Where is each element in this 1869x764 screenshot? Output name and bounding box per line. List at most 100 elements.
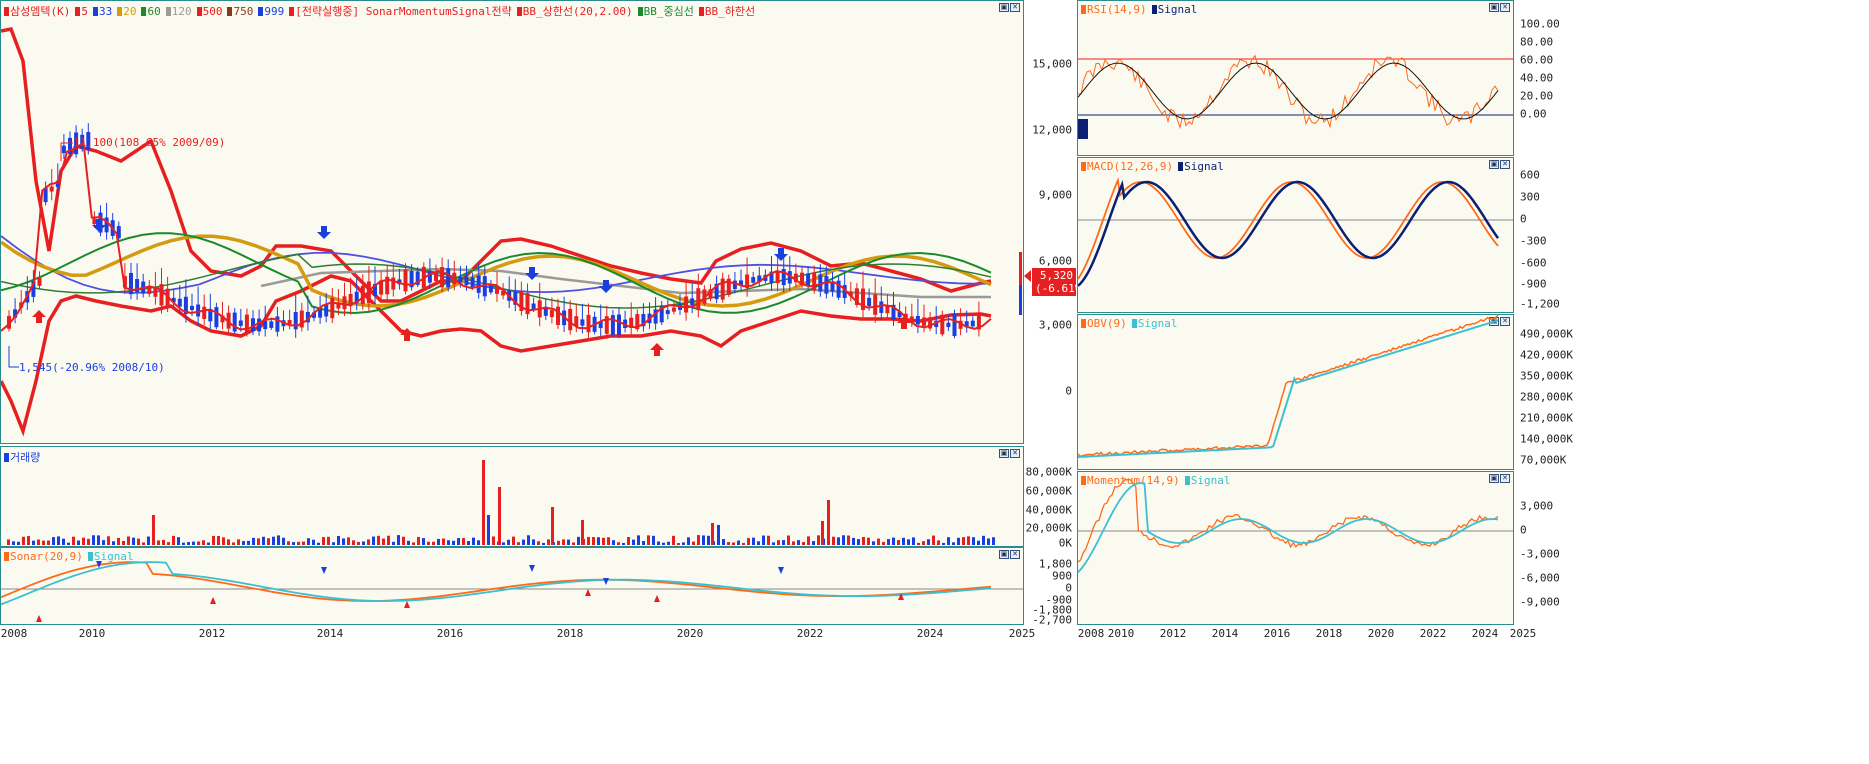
volume-bar [232, 542, 235, 545]
sonar-chart-pane[interactable]: Sonar(20,9) Signal ▣ ✕ [0, 547, 1024, 625]
volume-bar [122, 540, 125, 545]
y-tick-label: -900 [1520, 277, 1547, 291]
volume-bar [487, 515, 490, 545]
volume-bar [117, 537, 120, 545]
volume-bar [7, 539, 10, 545]
bollinger-lower-line [1, 274, 992, 437]
candle-body [214, 307, 219, 328]
volume-bar [762, 535, 765, 545]
buy-signal-arrow [36, 615, 42, 622]
obv-signal-line [1078, 319, 1499, 458]
volume-bar [897, 540, 900, 545]
obv-y-axis: 490,000K 420,000K 350,000K 280,000K 210,000K… [1514, 314, 1573, 470]
sell-signal-arrow [774, 248, 788, 261]
volume-bar [707, 535, 710, 545]
volume-chart-pane[interactable]: 거래량 ▣ ✕ [0, 446, 1024, 547]
volume-bar [57, 536, 60, 545]
volume-bar [462, 538, 465, 545]
y-tick-label: 60.00 [1520, 53, 1554, 67]
volume-bar [272, 536, 275, 545]
candle-body [665, 310, 670, 315]
volume-bar [557, 540, 560, 545]
volume-bar [637, 535, 640, 545]
volume-bar [827, 500, 830, 545]
volume-bar [542, 542, 545, 545]
volume-bar [967, 536, 970, 545]
candle-body [531, 303, 536, 310]
volume-bar [342, 538, 345, 545]
candle-body [269, 321, 274, 328]
momentum-chart-pane[interactable]: Momentum(14,9) Signal ▣ ✕ [1077, 471, 1514, 625]
y-tick-label: 0 [1520, 212, 1527, 226]
volume-bar [697, 535, 700, 545]
candle-body [922, 317, 926, 326]
volume-bar [802, 542, 805, 545]
volume-bar [987, 538, 990, 545]
volume-bar [612, 540, 615, 545]
candle-body [464, 276, 469, 286]
volume-bar [387, 535, 390, 545]
y-tick-label: -1,200 [1520, 297, 1560, 311]
candle-body [61, 145, 66, 154]
volume-bar [927, 539, 930, 545]
volume-bar [52, 537, 55, 545]
price-chart-pane[interactable]: 삼성엠텍(K) 5 33 20 60 120 500 750 999 [전략실행중] SonarM… [0, 0, 1024, 444]
candle-body [671, 307, 676, 312]
candle-body [92, 218, 97, 225]
volume-bar [602, 537, 605, 545]
buy-signal-arrow [585, 589, 591, 596]
obv-chart-pane[interactable]: OBV(9) Signal ▣ ✕ [1077, 314, 1514, 470]
volume-bar [502, 542, 505, 545]
volume-bar [412, 542, 415, 545]
x-tick-label: 2010 [1107, 627, 1135, 640]
volume-bar [642, 540, 645, 545]
y-tick-label: 80,000K [1025, 465, 1072, 479]
volume-bar [527, 535, 530, 545]
volume-bar [667, 541, 670, 545]
volume-bar [302, 541, 305, 545]
x-tick-label: 2018 [1315, 627, 1343, 640]
sell-signal-arrow [321, 567, 327, 574]
volume-bar [507, 539, 510, 545]
candle-body [885, 306, 890, 314]
x-tick-label: 2024 [916, 627, 944, 640]
candle-body [434, 272, 438, 282]
volume-bar [112, 541, 115, 545]
y-tick-label: 20,000K [1025, 521, 1072, 535]
volume-bar [982, 535, 985, 545]
macd-chart-pane[interactable]: MACD(12,26,9) Signal ▣ ✕ [1077, 157, 1514, 313]
volume-bar [332, 542, 335, 545]
volume-bar [77, 540, 80, 545]
volume-bar [42, 540, 45, 545]
volume-bar [242, 541, 245, 545]
volume-bar [442, 538, 445, 545]
y-tick-label: 300 [1520, 190, 1540, 204]
y-tick-label: 15,000 [1032, 57, 1072, 71]
candle-body [257, 318, 262, 332]
candle-body [775, 270, 780, 284]
y-tick-label: 140,000K [1520, 432, 1573, 446]
candle-body [324, 304, 329, 317]
momentum-y-axis: 3,000 0 -3,000 -6,000 -9,000 [1514, 471, 1569, 625]
candle-body [812, 272, 817, 291]
volume-bar [581, 520, 584, 545]
candle-body [342, 296, 347, 310]
sell-signal-arrow [317, 226, 331, 239]
rsi-area [1078, 119, 1088, 139]
momentum-plot [1078, 478, 1513, 574]
candle-body [586, 314, 591, 333]
volume-bar [737, 540, 740, 545]
volume-bar [97, 535, 100, 545]
volume-bar [717, 525, 720, 545]
volume-bar [312, 539, 315, 545]
volume-bar [597, 537, 600, 545]
volume-bar [297, 541, 300, 545]
volume-bar [437, 538, 440, 545]
rsi-chart-pane[interactable]: RSI(14,9) Signal ▣ ✕ [1077, 0, 1514, 156]
y-tick-label: 350,000K [1520, 369, 1573, 383]
current-price: 5,320 [1039, 269, 1073, 282]
volume-bar [917, 542, 920, 545]
volume-bar [752, 537, 755, 545]
y-tick-label: -600 [1520, 256, 1547, 270]
volume-bar [322, 537, 325, 545]
